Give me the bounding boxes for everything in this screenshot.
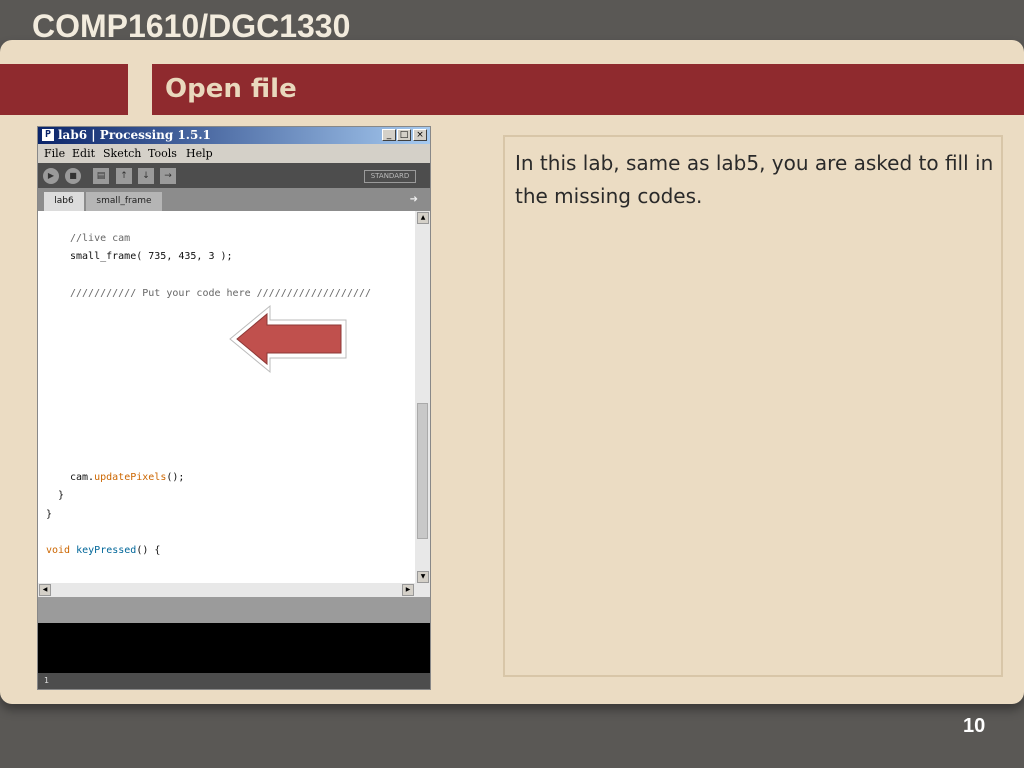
tab-lab6[interactable]: lab6 [44, 192, 84, 211]
code-token: void [46, 545, 71, 556]
save-icon[interactable]: ↓ [138, 168, 154, 184]
stop-icon[interactable]: ■ [65, 168, 81, 184]
processing-window: P lab6 | Processing 1.5.1 _ □ × File Edi… [37, 126, 431, 690]
window-title: lab6 | Processing 1.5.1 [58, 128, 211, 142]
line-number: 1 [44, 676, 50, 685]
code-token: keyPressed [76, 545, 137, 556]
code-line: /////////// Put your code here /////////… [70, 288, 372, 299]
code-line: small_frame( 735, 435, 3 ); [70, 251, 233, 262]
new-icon[interactable]: ▤ [93, 168, 109, 184]
code-line: //live cam [70, 233, 131, 244]
window-titlebar: P lab6 | Processing 1.5.1 _ □ × [38, 127, 430, 144]
scroll-up-icon[interactable]: ▲ [417, 212, 429, 224]
content-text-box: In this lab, same as lab5, you are asked… [503, 135, 1003, 677]
code-editor[interactable]: //live cam small_frame( 735, 435, 3 ); /… [38, 211, 415, 583]
code-line: } [46, 509, 53, 520]
close-icon[interactable]: × [413, 129, 427, 141]
processing-app-icon: P [42, 129, 54, 141]
scroll-left-icon[interactable]: ◀ [39, 584, 51, 596]
title-band-left [0, 64, 128, 115]
console[interactable] [38, 623, 430, 673]
menu-edit[interactable]: Edit [72, 147, 95, 160]
code-token: (); [166, 472, 185, 483]
menu-bar: File Edit Sketch Tools Help [38, 144, 430, 163]
code-token: cam. [70, 472, 95, 483]
tab-small-frame[interactable]: small_frame [86, 192, 162, 211]
body-text: In this lab, same as lab5, you are asked… [515, 151, 994, 208]
code-line: } [58, 490, 65, 501]
tab-menu-arrow-icon[interactable]: ➜ [410, 194, 418, 205]
minimize-icon[interactable]: _ [382, 129, 396, 141]
code-token: updatePixels [94, 472, 167, 483]
menu-file[interactable]: File [44, 147, 65, 160]
mode-selector[interactable]: STANDARD [364, 170, 416, 183]
horizontal-scrollbar[interactable] [38, 583, 430, 597]
message-area [38, 597, 430, 623]
red-arrow-left-icon [229, 304, 347, 374]
menu-sketch[interactable]: Sketch [103, 147, 141, 160]
code-token: () { [136, 545, 161, 556]
code-line: void keyPressed() { [46, 545, 160, 556]
page-number: 10 [963, 715, 986, 737]
maximize-icon[interactable]: □ [397, 129, 411, 141]
tab-bar: lab6 small_frame ➜ [38, 188, 430, 211]
toolbar: ▶ ■ ▤ ↑ ↓ → STANDARD [38, 163, 430, 188]
vertical-scroll-thumb[interactable] [417, 403, 428, 539]
open-icon[interactable]: ↑ [116, 168, 132, 184]
menu-tools[interactable]: Tools [148, 147, 177, 160]
export-icon[interactable]: → [160, 168, 176, 184]
menu-help[interactable]: Help [186, 147, 213, 160]
slide-title: Open file [165, 74, 297, 104]
run-icon[interactable]: ▶ [43, 168, 59, 184]
scroll-right-icon[interactable]: ▶ [402, 584, 414, 596]
code-line: cam.updatePixels(); [70, 472, 184, 483]
scroll-down-icon[interactable]: ▼ [417, 571, 429, 583]
line-number-bar: 1 [38, 673, 430, 689]
